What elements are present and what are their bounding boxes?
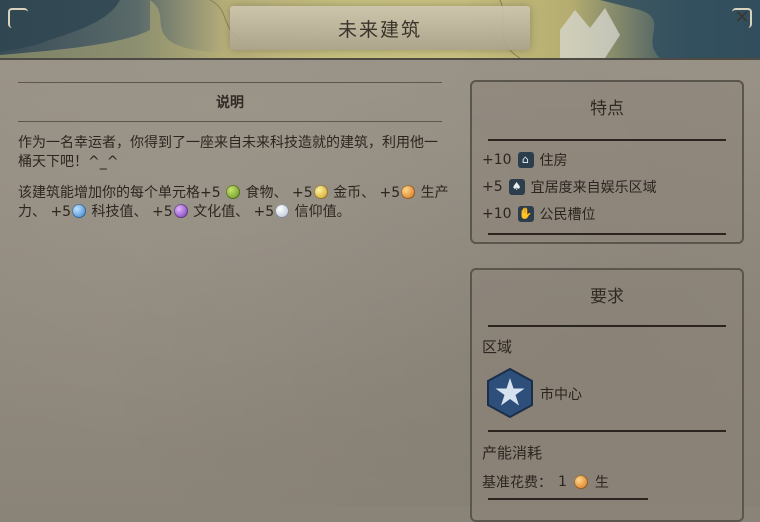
flavor-text: 作为一名幸运者，你得到了一座来自未来科技造就的建筑，利用他一桶天下吧！^_^ xyxy=(18,135,438,170)
feature-amount: +10 xyxy=(482,206,512,222)
housing-icon: ⌂ xyxy=(517,152,534,168)
divider xyxy=(488,325,726,327)
feature-row-housing: +10 ⌂ 住房 xyxy=(482,150,568,170)
effect-amount-gold: +5 xyxy=(292,185,313,201)
gold-icon xyxy=(313,185,328,199)
city-center-star-icon xyxy=(487,368,533,418)
base-cost-value: 1 xyxy=(558,474,567,490)
base-cost-text: 基准花费： xyxy=(482,475,552,491)
description-body: 作为一名幸运者，你得到了一座来自未来科技造就的建筑，利用他一桶天下吧！^_^ 该… xyxy=(18,134,450,234)
close-button[interactable]: ✕ xyxy=(733,6,751,28)
separator: 。 xyxy=(336,204,351,220)
feature-amount: +5 xyxy=(482,179,503,195)
citizen-slot-icon: ✋ xyxy=(517,206,534,222)
header-map-banner: 未来建筑 ✕ xyxy=(0,0,760,60)
effect-label-science: 科技值 xyxy=(91,204,134,220)
separator: 、 xyxy=(273,185,288,201)
production-icon xyxy=(401,185,416,199)
culture-icon xyxy=(173,204,188,218)
effect-prefix: 该建筑能增加你的每个单元格 xyxy=(18,185,200,201)
separator: 、 xyxy=(32,204,46,220)
frame-corner-top-left xyxy=(8,8,28,28)
district-label: 区域 xyxy=(482,338,513,356)
effect-amount-culture: +5 xyxy=(152,204,173,220)
title-plate: 未来建筑 xyxy=(230,6,530,50)
faith-icon xyxy=(275,204,290,218)
feature-row-amenity: +5 ♠ 宜居度来自娱乐区域 xyxy=(482,177,657,197)
effect-amount-science: +5 xyxy=(50,204,72,220)
base-cost-row: 基准花费： 1 生 xyxy=(482,472,609,492)
effect-label-food: 食物 xyxy=(245,185,274,201)
effect-amount-production: +5 xyxy=(379,185,401,201)
features-panel: 特点 +10 ⌂ 住房 +5 ♠ 宜居度来自娱乐区域 +10 ✋ 公民槽位 xyxy=(470,80,744,244)
feature-label: 住房 xyxy=(539,153,568,169)
effect-label-culture: 文化值 xyxy=(193,204,236,220)
requirements-title: 要求 xyxy=(590,287,624,307)
separator: 、 xyxy=(235,204,250,220)
amenity-icon: ♠ xyxy=(508,179,525,195)
effect-label-gold: 金币 xyxy=(333,185,362,201)
feature-label: 公民槽位 xyxy=(539,207,596,223)
feature-row-citizen-slots: +10 ✋ 公民槽位 xyxy=(482,204,596,224)
production-icon xyxy=(573,475,588,489)
divider xyxy=(488,430,726,432)
effect-amount-food: +5 xyxy=(200,185,221,201)
cost-label: 产能消耗 xyxy=(482,444,543,462)
divider xyxy=(488,233,726,235)
district-name: 市中心 xyxy=(540,387,582,403)
separator: 、 xyxy=(361,185,376,201)
feature-label: 宜居度来自娱乐区域 xyxy=(530,180,657,196)
requirements-panel: 要求 区域 市中心 产能消耗 基准花费： 1 生 xyxy=(470,268,744,522)
food-icon xyxy=(226,185,241,199)
separator: 、 xyxy=(133,204,148,220)
feature-amount: +10 xyxy=(482,152,512,168)
description-header: 说明 xyxy=(18,82,442,122)
science-icon xyxy=(72,204,87,218)
divider xyxy=(488,139,726,141)
page-title: 未来建筑 xyxy=(337,18,422,41)
effect-label-faith: 信仰值 xyxy=(294,204,337,220)
effect-amount-faith: +5 xyxy=(253,204,275,220)
description-heading: 说明 xyxy=(216,95,244,111)
close-icon: ✕ xyxy=(734,6,750,28)
features-title: 特点 xyxy=(590,99,624,119)
effect-text: 该建筑能增加你的每个单元格+5 食物、 +5 金币、 +5 生产力、 +5 科技… xyxy=(18,184,450,222)
base-cost-unit: 生 xyxy=(594,475,609,491)
divider xyxy=(488,498,648,500)
